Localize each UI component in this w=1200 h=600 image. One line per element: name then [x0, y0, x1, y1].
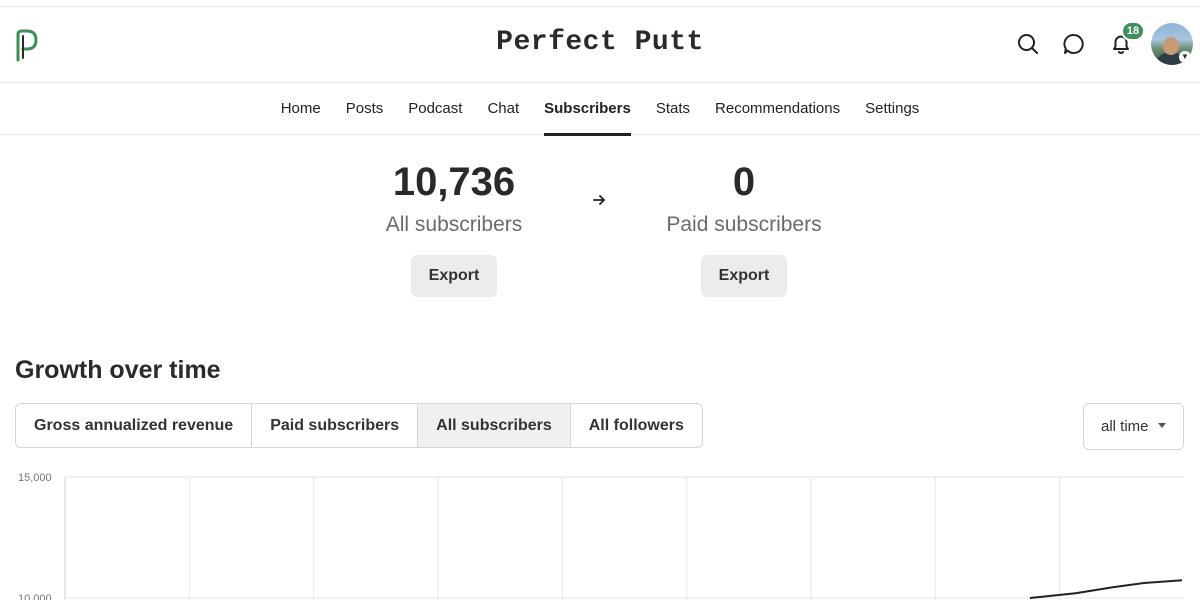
nav-item-stats[interactable]: Stats: [643, 84, 702, 135]
time-range-select[interactable]: all time: [1083, 403, 1184, 450]
avatar[interactable]: ▼: [1151, 23, 1193, 65]
growth-chart: 15,000 10,000: [18, 472, 1184, 600]
notification-badge: 18: [1121, 21, 1145, 41]
paid-subscribers-value: 0: [732, 160, 756, 204]
nav-item-chat[interactable]: Chat: [475, 84, 532, 135]
nav-item-recommendations[interactable]: Recommendations: [703, 84, 853, 135]
caret-down-icon: [1158, 423, 1166, 428]
main-nav: Home Posts Podcast Chat Subscribers Stats Reco…: [0, 84, 1200, 136]
tab-all-followers[interactable]: All followers: [570, 404, 702, 447]
nav-items: Home Posts Podcast Chat Subscribers Stats Reco…: [268, 84, 932, 136]
y-tick-label: 10,000: [18, 593, 52, 600]
tab-all-subscribers[interactable]: All subscribers: [418, 404, 571, 447]
nav-item-subscribers[interactable]: Subscribers: [532, 84, 644, 136]
metric-tabs: Gross annualized revenue Paid subscribers…: [15, 403, 703, 448]
growth-title: Growth over time: [15, 356, 221, 384]
nav-item-home[interactable]: Home: [268, 84, 333, 135]
nav-item-settings[interactable]: Settings: [853, 84, 932, 135]
all-subscribers-value: 10,736: [392, 160, 516, 204]
tab-gross-annualized-revenue[interactable]: Gross annualized revenue: [16, 404, 253, 447]
export-all-button[interactable]: Export: [411, 255, 497, 297]
nav-item-posts[interactable]: Posts: [333, 84, 396, 135]
tab-paid-subscribers[interactable]: Paid subscribers: [252, 404, 419, 447]
chevron-down-icon: ▼: [1179, 51, 1191, 63]
series-line: [1029, 579, 1183, 599]
y-tick-label: 15,000: [18, 472, 52, 484]
search-icon[interactable]: [1015, 31, 1041, 57]
time-range-value: all time: [1101, 418, 1149, 435]
paid-subscribers-stat: 0 Paid subscribers Export: [624, 158, 864, 297]
header: Perfect Putt 18 ▼: [0, 7, 1200, 83]
avatar-face: [1163, 37, 1179, 55]
all-subscribers-stat: 10,736 All subscribers Export: [334, 158, 574, 297]
paid-subscribers-label: Paid subscribers: [666, 213, 822, 236]
chat-bubble-icon[interactable]: [1061, 31, 1087, 57]
all-subscribers-label: All subscribers: [385, 213, 523, 236]
export-paid-button[interactable]: Export: [701, 255, 787, 297]
arrow-right-icon: [590, 191, 608, 209]
nav-item-podcast[interactable]: Podcast: [396, 84, 475, 135]
